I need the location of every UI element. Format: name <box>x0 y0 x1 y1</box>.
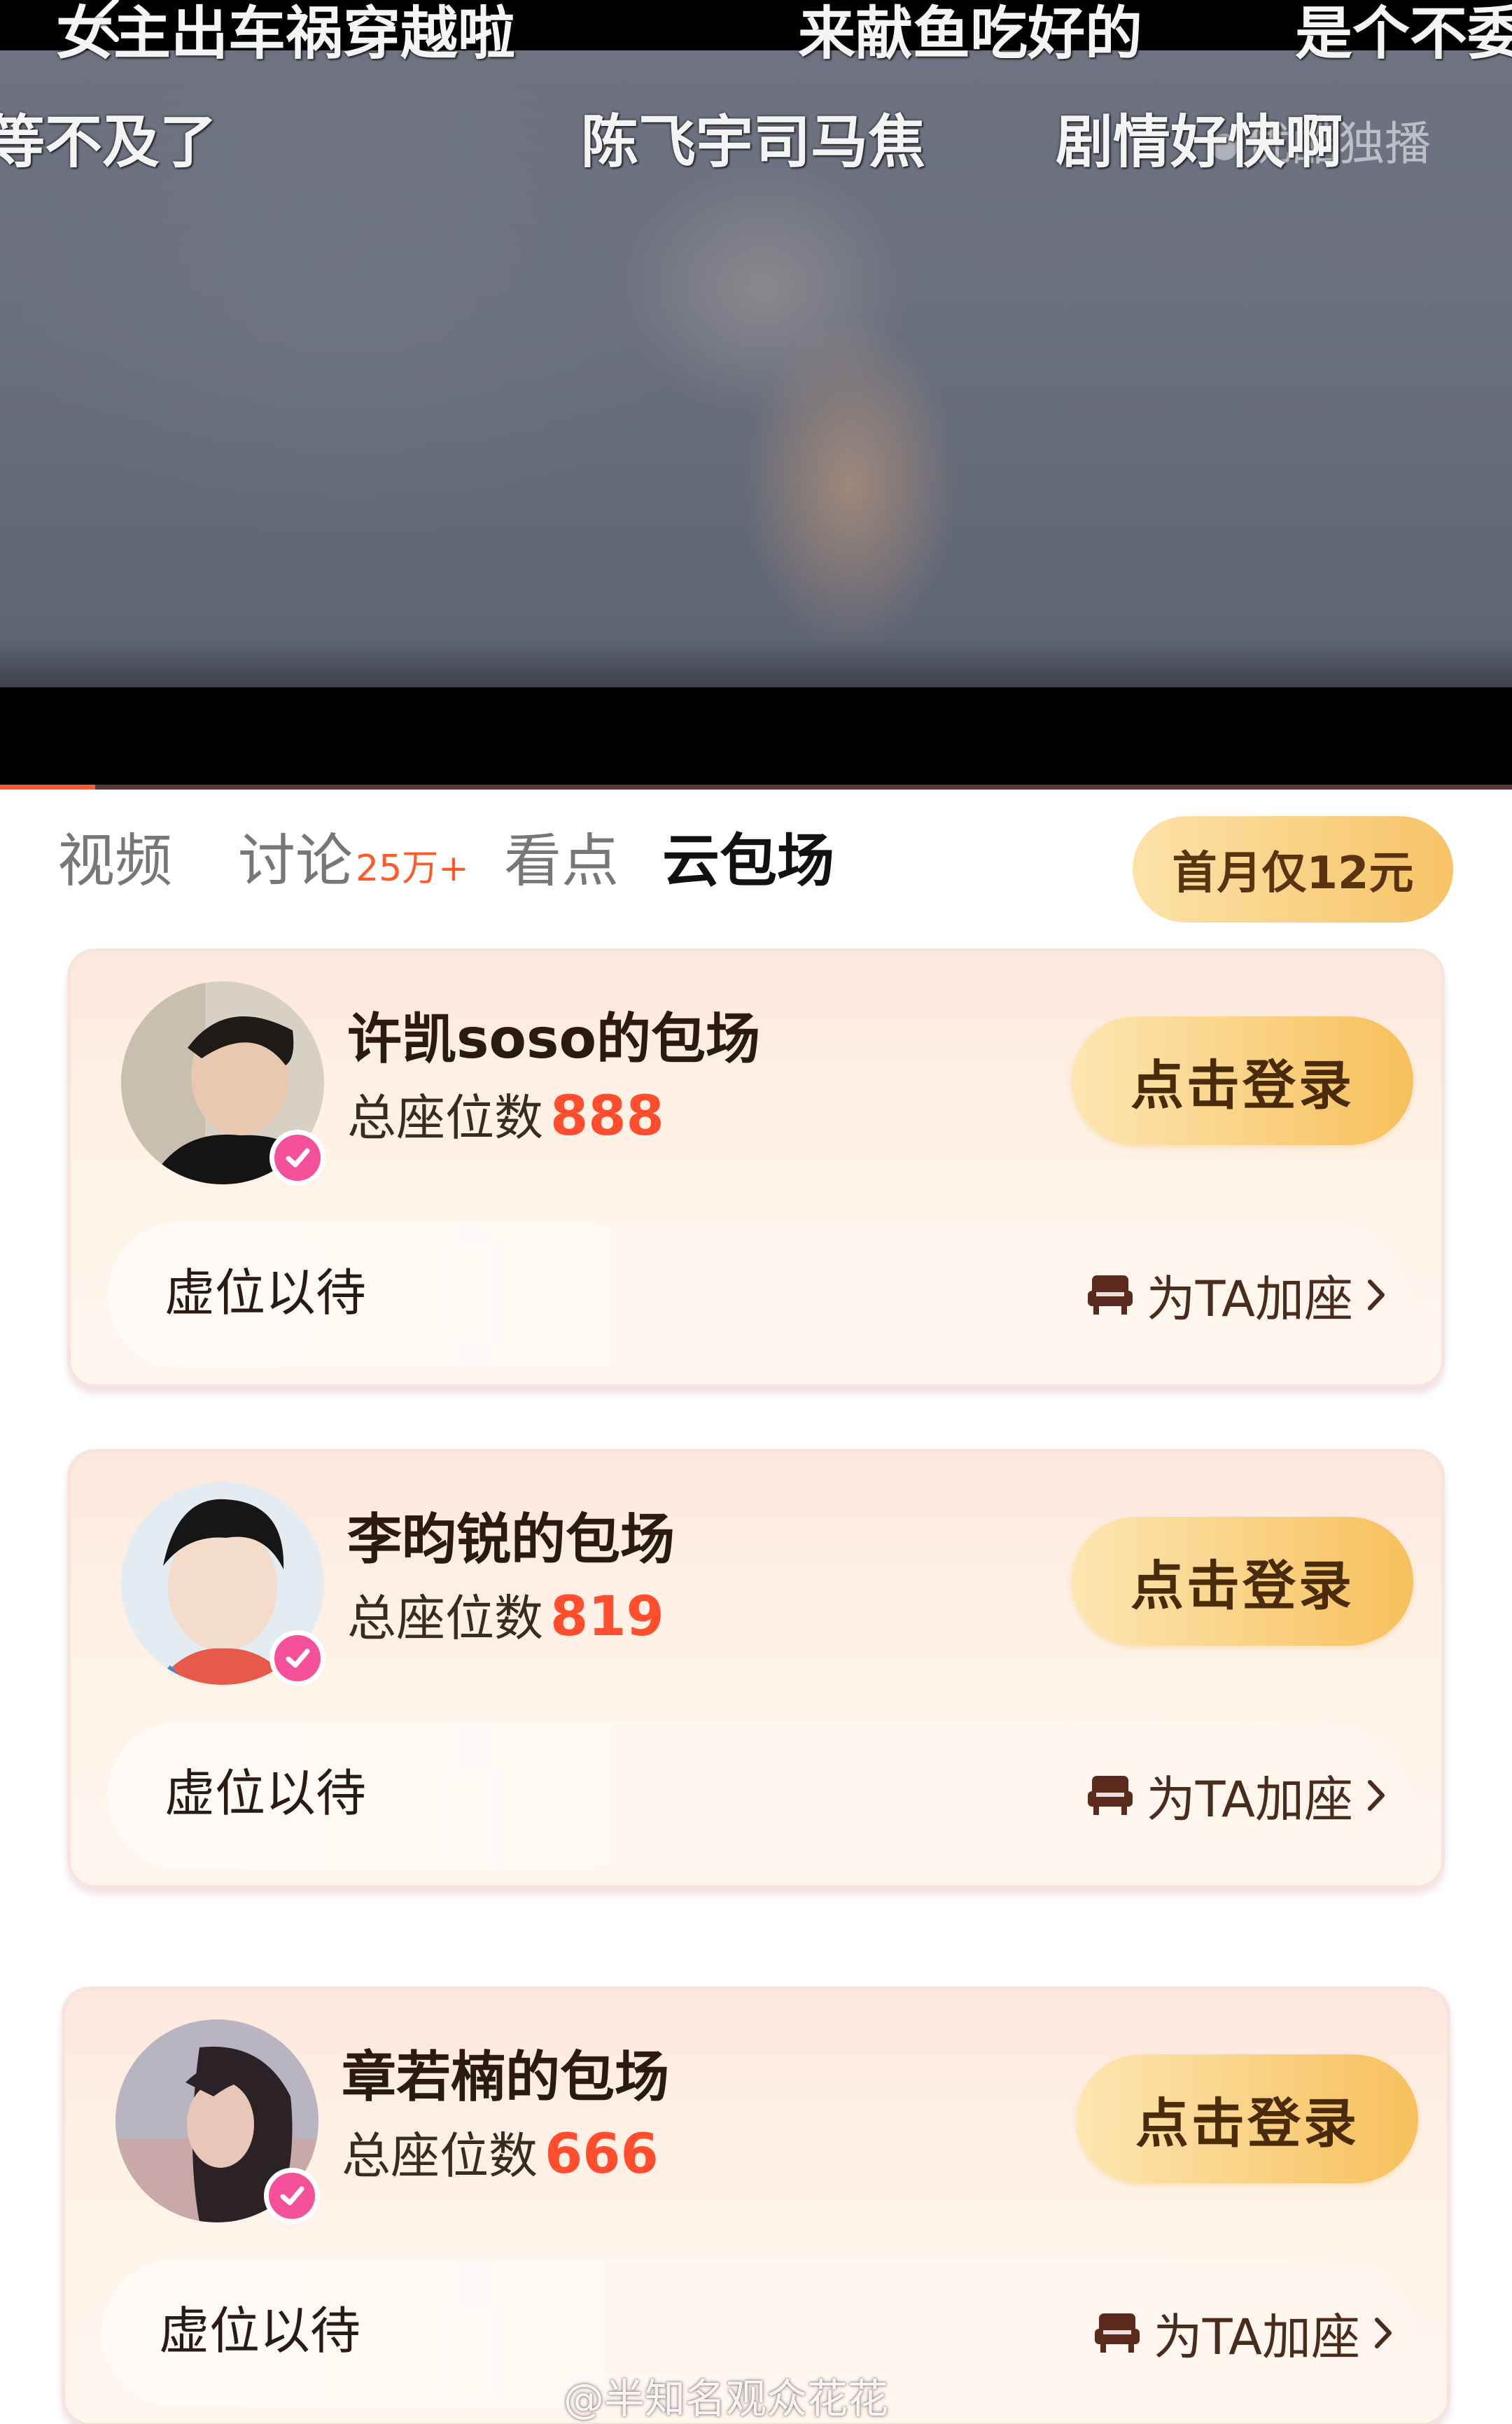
chevron-right-icon <box>1368 1780 1385 1811</box>
discussion-count-badge: 25万+ <box>356 848 469 890</box>
waiting-label: 虚位以待 <box>164 1764 367 1823</box>
danmaku-comment: 陈飞宇司马焦 <box>581 109 926 176</box>
login-button[interactable]: 点击登录 <box>1072 1517 1413 1646</box>
weibo-watermark: @半知名观众花花 <box>564 2375 889 2423</box>
verified-badge-icon <box>270 1630 326 1686</box>
screening-title: 章若楠的包场 <box>342 2046 670 2109</box>
playback-progress-fill <box>0 785 96 790</box>
tab-label: 云包场 <box>662 828 835 895</box>
waiting-label: 虚位以待 <box>164 1263 367 1322</box>
seat-icon <box>1087 1776 1133 1815</box>
tab-label: 讨论 <box>238 828 354 895</box>
danmaku-comment: 来献鱼吃好的 <box>798 1 1143 67</box>
danmaku-comment: 等不及了 <box>0 109 218 176</box>
chevron-right-icon <box>1368 1280 1385 1310</box>
tab-discussion[interactable]: 讨论25万+ <box>238 833 469 890</box>
seats-label: 总座位数 <box>347 1590 543 1647</box>
seat-waiting-row: 虚位以待 为TA加座 <box>107 1221 1410 1368</box>
vip-promo-button[interactable]: 首月仅12元 <box>1133 816 1453 923</box>
seats-label: 总座位数 <box>347 1089 543 1147</box>
seats-count: 819 <box>550 1585 664 1648</box>
add-seat-label: 为TA加座 <box>1153 2308 1360 2366</box>
total-seats: 总座位数 819 <box>347 1590 664 1644</box>
seats-label: 总座位数 <box>342 2127 538 2185</box>
seat-icon <box>1087 1275 1133 1315</box>
danmaku-comment: 是个不委 <box>1295 1 1512 67</box>
verified-badge-icon <box>270 1130 326 1186</box>
login-button[interactable]: 点击登录 <box>1072 1016 1413 1145</box>
add-seat-label: 为TA加座 <box>1146 1770 1353 1828</box>
danmaku-comment: 剧情好快啊 <box>1056 109 1343 176</box>
seats-count: 888 <box>550 1085 664 1148</box>
seat-waiting-row: 虚位以待 为TA加座 <box>107 1722 1410 1869</box>
danmaku-comment: 女主出车祸穿越啦 <box>56 1 516 67</box>
screening-card: 李昀锐的包场 总座位数 819 点击登录 虚位以待 为TA加座 <box>67 1449 1445 1889</box>
video-player[interactable]: 女主出车祸穿越啦 来献鱼吃好的 是个不委 等不及了 陈飞宇司马焦 优酷独播 剧情… <box>0 0 1512 790</box>
add-seat-link[interactable]: 为TA加座 <box>1086 1764 1391 1828</box>
add-seat-label: 为TA加座 <box>1146 1270 1353 1328</box>
screening-card: 章若楠的包场 总座位数 666 点击登录 虚位以待 为TA加座 <box>62 1987 1450 2424</box>
seats-count: 666 <box>545 2123 659 2186</box>
app-root: 女主出车祸穿越啦 来献鱼吃好的 是个不委 等不及了 陈飞宇司马焦 优酷独播 剧情… <box>0 0 1512 2424</box>
screening-title: 许凯soso的包场 <box>347 1008 761 1071</box>
playback-progress-bar[interactable] <box>0 785 1512 790</box>
add-seat-link[interactable]: 为TA加座 <box>1093 2302 1398 2366</box>
add-seat-link[interactable]: 为TA加座 <box>1086 1263 1391 1328</box>
waiting-label: 虚位以待 <box>159 2302 361 2360</box>
total-seats: 总座位数 888 <box>347 1089 664 1144</box>
verified-badge-icon <box>264 2168 320 2224</box>
tab-cloud-screening[interactable]: 云包场 <box>662 833 834 890</box>
seat-icon <box>1094 2313 1140 2353</box>
screening-title: 李昀锐的包场 <box>347 1508 676 1571</box>
tab-highlights[interactable]: 看点 <box>504 833 619 890</box>
screening-card: 许凯soso的包场 总座位数 888 点击登录 虚位以待 为TA加座 <box>67 948 1445 1388</box>
tab-video[interactable]: 视频 <box>57 833 172 890</box>
login-button[interactable]: 点击登录 <box>1077 2054 1418 2183</box>
tab-label: 看点 <box>504 828 620 895</box>
total-seats: 总座位数 666 <box>342 2127 659 2182</box>
tab-label: 视频 <box>57 828 173 895</box>
chevron-right-icon <box>1375 2318 1392 2348</box>
